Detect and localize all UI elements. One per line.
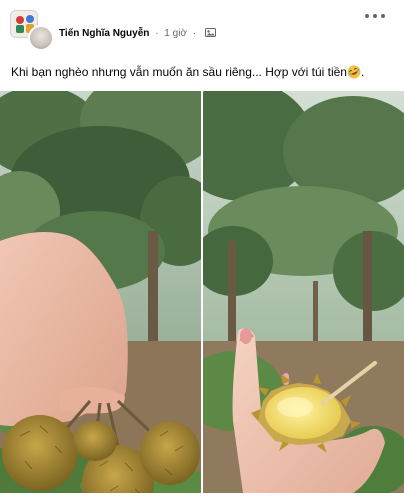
meta-separator: · [155,28,159,39]
more-options-icon[interactable] [364,9,386,23]
custom-privacy-icon[interactable] [204,28,216,37]
post-header: Tiến Nghĩa Nguyễn · 1 giờ · [0,0,404,58]
post-time[interactable]: 1 giờ [164,28,187,39]
avatar-stack[interactable] [10,10,54,52]
author-avatar[interactable] [28,25,54,51]
photo-opened-durian[interactable] [203,91,404,493]
author-name[interactable]: Tiến Nghĩa Nguyễn [59,28,149,39]
rolling-laughing-emoji-icon [347,65,361,79]
post-text-body: Khi bạn nghèo nhưng vẫn muốn ăn sầu riên… [11,65,347,79]
photo-durians-in-hand[interactable] [0,91,201,493]
photo-grid [0,91,404,501]
post-text-period: . [360,65,365,79]
author-line: Tiến Nghĩa Nguyễn · 1 giờ · [59,27,216,41]
post-text: Khi bạn nghèo nhưng vẫn muốn ăn sầu riên… [11,64,399,80]
meta-separator-2: · [192,28,197,39]
